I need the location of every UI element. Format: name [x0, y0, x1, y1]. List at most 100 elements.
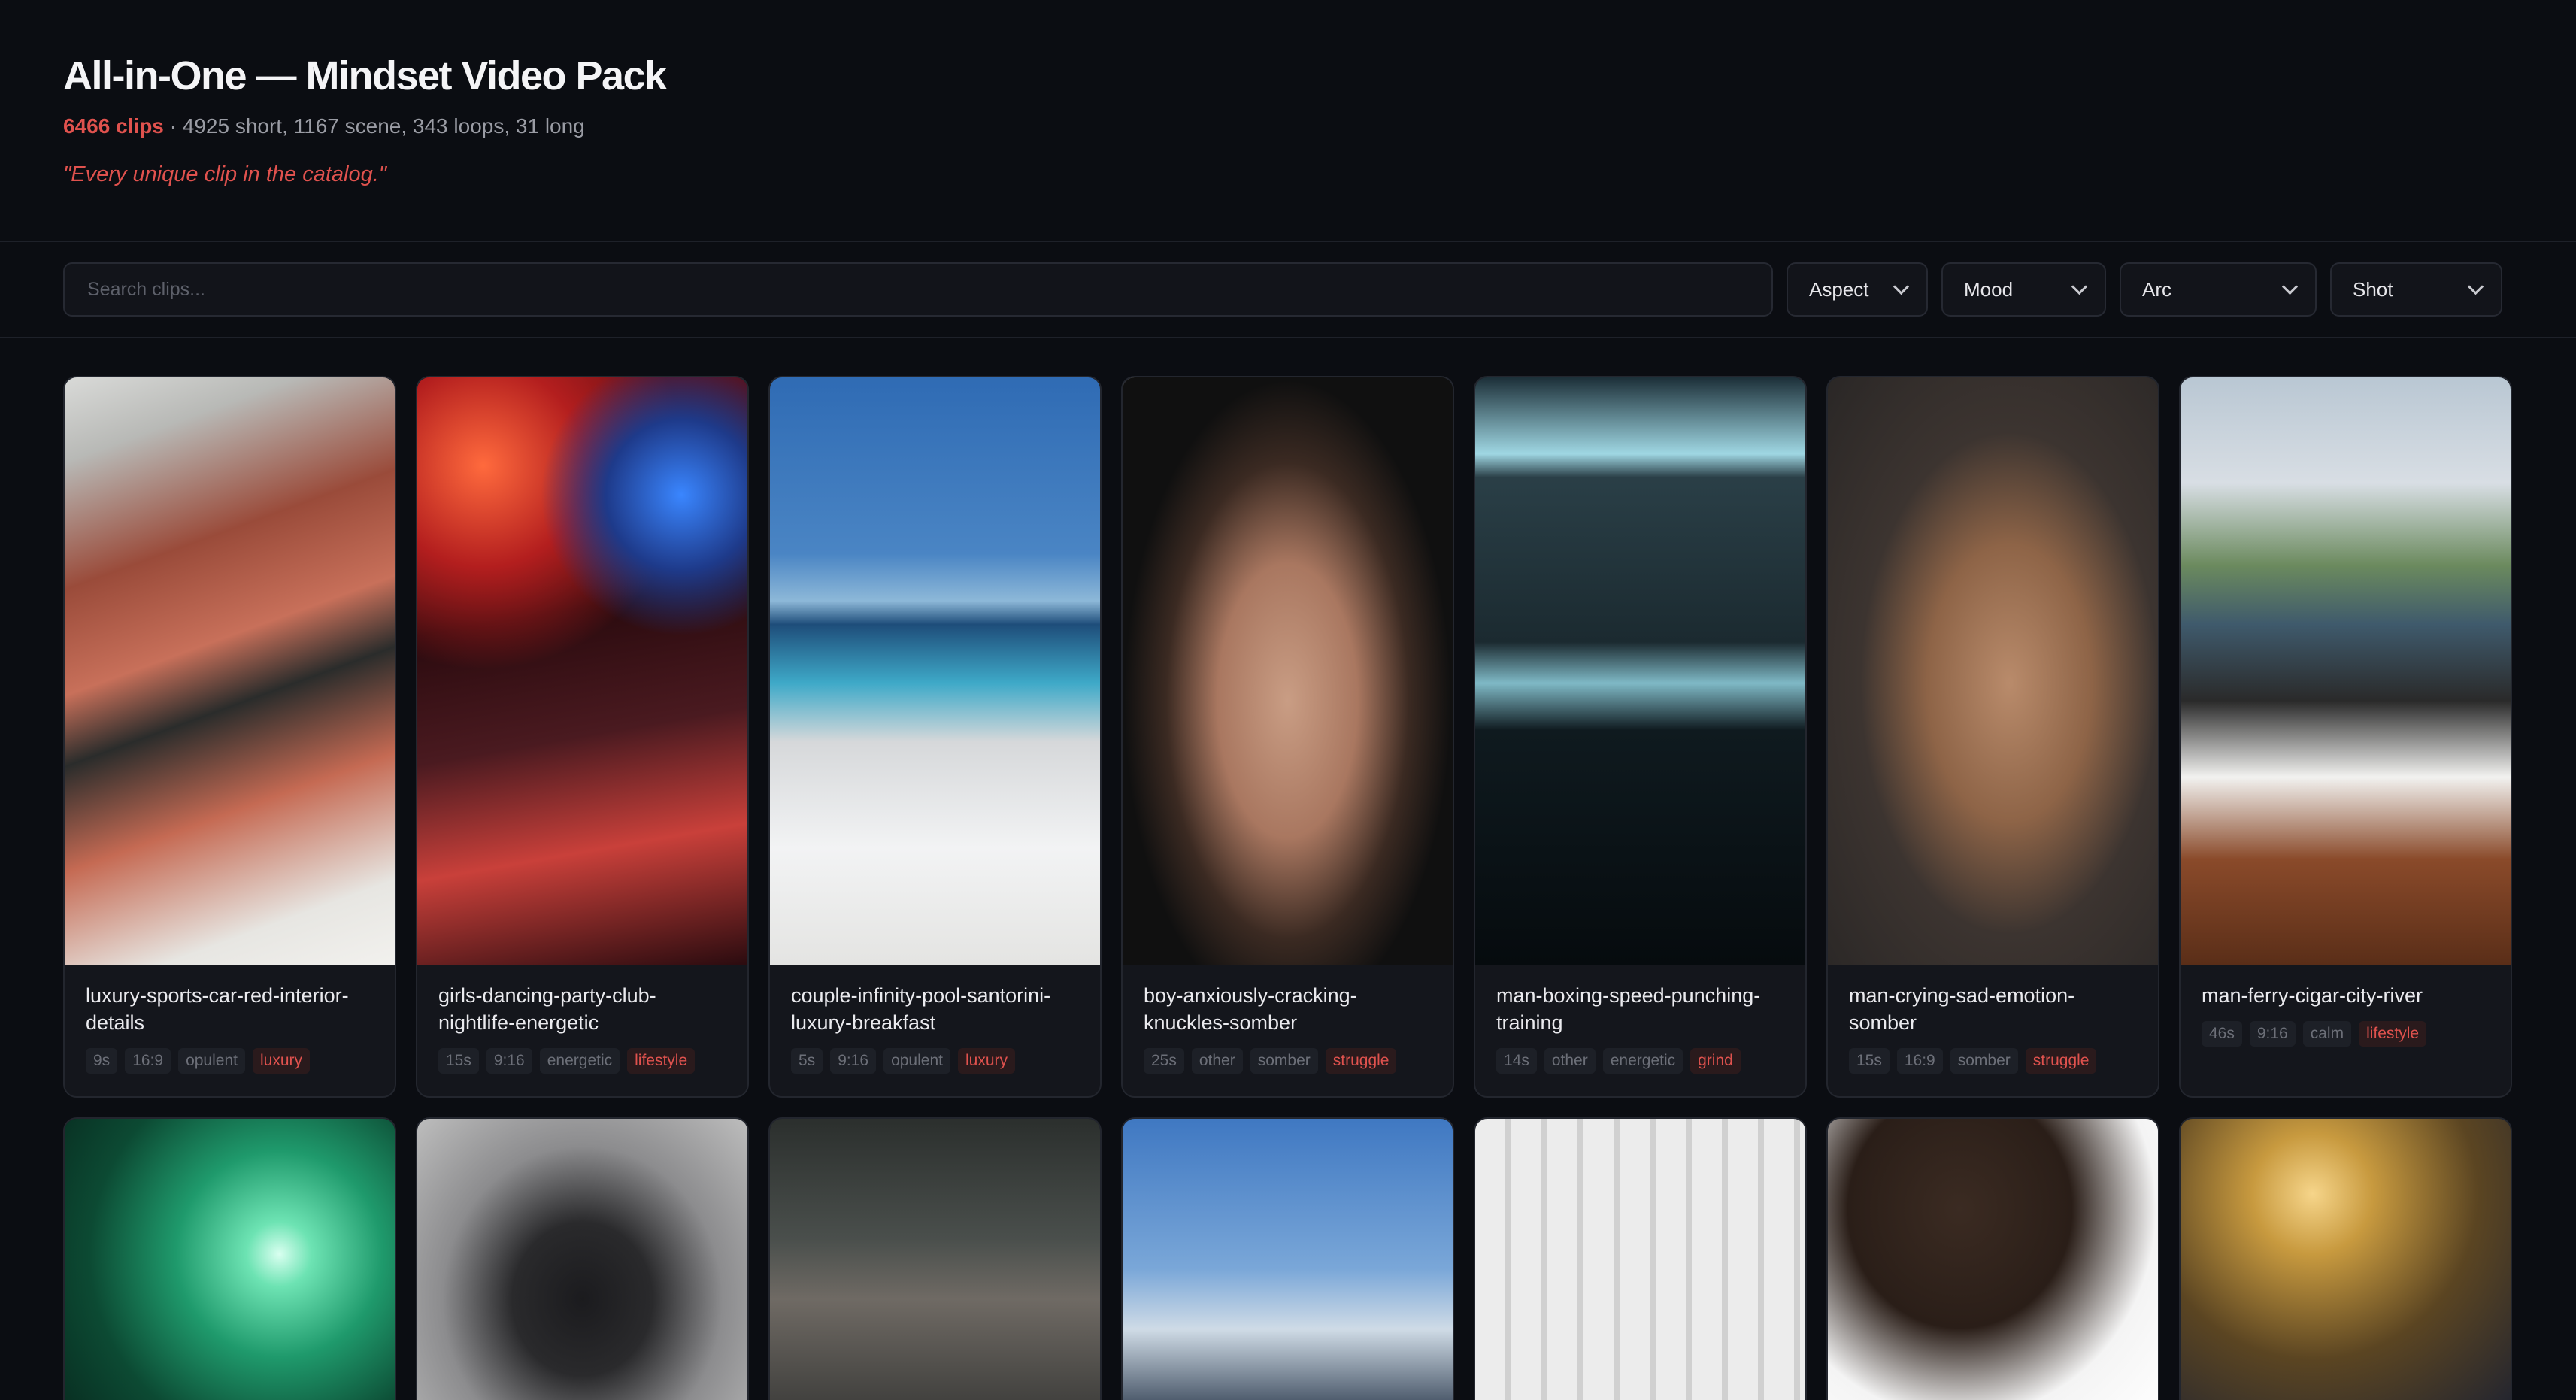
clip-thumbnail[interactable] [65, 377, 395, 965]
clip-tags: 15s 16:9 somber struggle [1849, 1048, 2137, 1074]
clip-summary: 6466 clips · 4925 short, 1167 scene, 343… [63, 113, 2513, 140]
aspect-tag: 16:9 [1896, 1048, 1943, 1074]
clip-breakdown: · 4925 short, 1167 scene, 343 loops, 31 … [163, 114, 585, 138]
clip-name: man-ferry-cigar-city-river [2202, 984, 2423, 1007]
arc-tag: luxury [957, 1048, 1015, 1074]
clip-card[interactable] [2179, 1117, 2512, 1400]
mood-tag: somber [1950, 1048, 2018, 1074]
clip-tags: 9s 16:9 opulent luxury [86, 1048, 374, 1074]
clip-info: luxury-sports-car-red-interior-details 9… [65, 965, 395, 1096]
clip-name: luxury-sports-car-red-interior-details [86, 984, 349, 1034]
clip-card[interactable]: man-boxing-speed-punching-training 14s o… [1474, 376, 1807, 1098]
arc-tag: lifestyle [627, 1048, 696, 1074]
duration-tag: 15s [1849, 1048, 1890, 1074]
clip-name: man-boxing-speed-punching-training [1496, 984, 1761, 1034]
clip-tags: 5s 9:16 opulent luxury [791, 1048, 1079, 1074]
page-title: All-in-One — Mindset Video Pack [63, 53, 667, 98]
clip-thumbnail[interactable] [417, 377, 747, 965]
clip-thumbnail[interactable] [65, 1119, 395, 1400]
clip-thumbnail[interactable] [2181, 1119, 2511, 1400]
clip-thumbnail[interactable] [770, 377, 1100, 965]
duration-tag: 5s [791, 1048, 823, 1074]
arc-filter-label: Arc [2142, 277, 2171, 301]
clip-name: boy-anxiously-cracking-knuckles-somber [1144, 984, 1357, 1034]
page-header: All-in-One — Mindset Video Pack 6466 cli… [0, 0, 2576, 242]
clip-thumbnail[interactable] [1475, 377, 1805, 965]
mood-tag: opulent [883, 1048, 950, 1074]
clip-tags: 46s 9:16 calm lifestyle [2202, 1021, 2490, 1047]
duration-tag: 14s [1496, 1048, 1537, 1074]
clip-thumbnail[interactable] [2181, 377, 2511, 965]
clip-info: couple-infinity-pool-santorini-luxury-br… [770, 965, 1100, 1096]
clip-info: man-boxing-speed-punching-training 14s o… [1475, 965, 1805, 1096]
shot-filter-label: Shot [2353, 277, 2393, 301]
clip-info: man-ferry-cigar-city-river 46s 9:16 calm… [2181, 965, 2511, 1096]
clip-row: luxury-sports-car-red-interior-details 9… [63, 376, 2512, 1098]
clip-info: girls-dancing-party-club-nightlife-energ… [417, 965, 747, 1096]
clip-card[interactable]: luxury-sports-car-red-interior-details 9… [63, 376, 396, 1098]
chevron-down-icon [2467, 278, 2484, 295]
aspect-tag: 9:16 [486, 1048, 532, 1074]
shot-filter[interactable]: Shot [2330, 262, 2502, 317]
chevron-down-icon [1893, 278, 1910, 295]
clip-card[interactable]: man-crying-sad-emotion-somber 15s 16:9 s… [1826, 376, 2159, 1098]
clip-thumbnail[interactable] [1123, 1119, 1453, 1400]
chevron-down-icon [2071, 278, 2088, 295]
aspect-filter[interactable]: Aspect [1787, 262, 1928, 317]
mood-tag: energetic [539, 1048, 620, 1074]
mood-tag: opulent [178, 1048, 245, 1074]
clip-tags: 15s 9:16 energetic lifestyle [438, 1048, 726, 1074]
mood-tag: calm [2302, 1021, 2352, 1047]
clip-card[interactable]: boy-anxiously-cracking-knuckles-somber 2… [1121, 376, 1454, 1098]
clip-info: man-crying-sad-emotion-somber 15s 16:9 s… [1828, 965, 2158, 1096]
clip-card[interactable] [63, 1117, 396, 1400]
clip-thumbnail[interactable] [417, 1119, 747, 1400]
duration-tag: 15s [438, 1048, 479, 1074]
clip-tags: 14s other energetic grind [1496, 1048, 1784, 1074]
arc-tag: grind [1690, 1048, 1741, 1074]
search-input[interactable] [86, 277, 1771, 302]
arc-tag: lifestyle [2359, 1021, 2427, 1047]
clip-card[interactable] [1474, 1117, 1807, 1400]
mood-tag: energetic [1602, 1048, 1683, 1074]
clip-card[interactable] [768, 1117, 1102, 1400]
aspect-filter-label: Aspect [1809, 277, 1869, 301]
chevron-down-icon [2281, 278, 2299, 295]
clip-card[interactable]: man-ferry-cigar-city-river 46s 9:16 calm… [2179, 376, 2512, 1098]
clip-thumbnail[interactable] [770, 1119, 1100, 1400]
filter-toolbar: Aspect Mood Arc Shot [0, 242, 2576, 338]
duration-tag: 25s [1144, 1048, 1184, 1074]
arc-tag: struggle [2025, 1048, 2097, 1074]
clip-info: boy-anxiously-cracking-knuckles-somber 2… [1123, 965, 1453, 1096]
aspect-tag: 9:16 [830, 1048, 877, 1074]
clip-name: girls-dancing-party-club-nightlife-energ… [438, 984, 656, 1034]
arc-tag: luxury [252, 1048, 310, 1074]
aspect-tag: other [1544, 1048, 1596, 1074]
clip-card[interactable]: girls-dancing-party-club-nightlife-energ… [416, 376, 749, 1098]
clip-thumbnail[interactable] [1475, 1119, 1805, 1400]
aspect-tag: 9:16 [2249, 1021, 2296, 1047]
clip-count: 6466 clips [63, 114, 164, 138]
aspect-tag: other [1191, 1048, 1243, 1074]
mood-tag: somber [1250, 1048, 1318, 1074]
clip-card[interactable] [1826, 1117, 2159, 1400]
mood-filter-label: Mood [1964, 277, 2014, 301]
clip-name: man-crying-sad-emotion-somber [1849, 984, 2075, 1034]
clip-row [63, 1117, 2512, 1400]
mood-filter[interactable]: Mood [1941, 262, 2106, 317]
clip-card[interactable] [416, 1117, 749, 1400]
duration-tag: 46s [2202, 1021, 2242, 1047]
tagline: "Every unique clip in the catalog." [63, 162, 387, 186]
clip-thumbnail[interactable] [1828, 1119, 2158, 1400]
clip-thumbnail[interactable] [1123, 377, 1453, 965]
arc-filter[interactable]: Arc [2120, 262, 2317, 317]
clip-name: couple-infinity-pool-santorini-luxury-br… [791, 984, 1051, 1034]
clip-card[interactable]: couple-infinity-pool-santorini-luxury-br… [768, 376, 1102, 1098]
search-box[interactable] [63, 262, 1773, 317]
clip-thumbnail[interactable] [1828, 377, 2158, 965]
clip-card[interactable] [1121, 1117, 1454, 1400]
duration-tag: 9s [86, 1048, 118, 1074]
aspect-tag: 16:9 [125, 1048, 171, 1074]
arc-tag: struggle [1325, 1048, 1397, 1074]
clip-tags: 25s other somber struggle [1144, 1048, 1432, 1074]
